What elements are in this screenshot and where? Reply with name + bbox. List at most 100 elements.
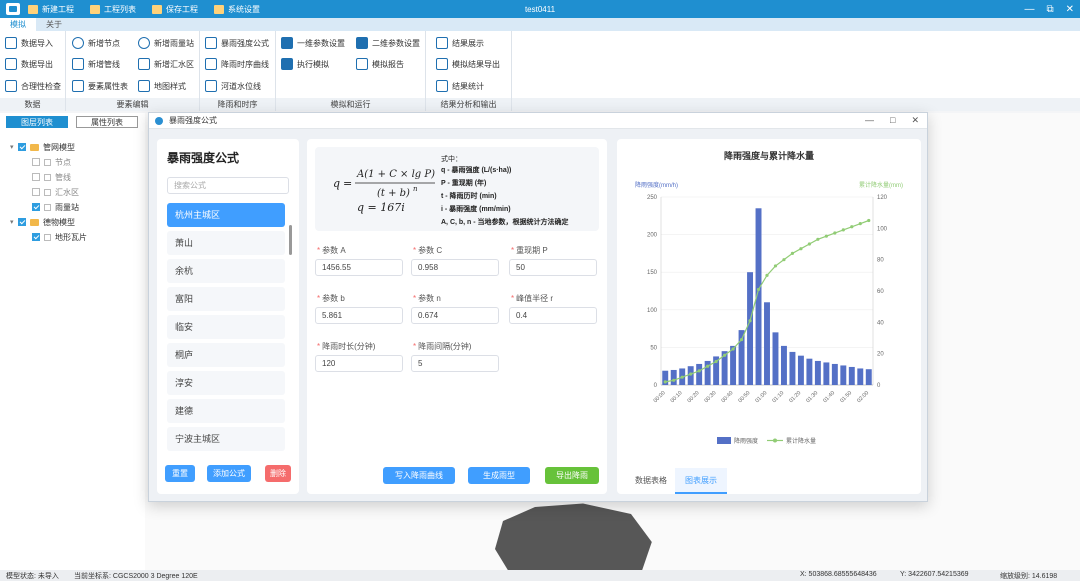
formula-list-item[interactable]: 宁波主城区 [167,427,285,451]
formula-search-input[interactable]: 搜索公式 [167,177,289,194]
param-input[interactable]: 0.958 [411,259,499,276]
rain-station-icon [138,37,150,49]
formula-list-item[interactable]: 杭州主城区 [167,203,285,227]
param-input[interactable]: 0.4 [509,307,597,324]
layer-checkbox[interactable] [32,188,40,196]
point-cumulative-rain [790,251,795,255]
export-rain-button[interactable]: 导出降雨 [545,467,599,484]
formula-list-item[interactable]: 建德 [167,399,285,423]
x-tick-label: 01:40 [822,390,836,404]
layer-checkbox[interactable] [32,233,40,241]
sim-report-button[interactable]: 模拟报告 [356,57,404,71]
dialog-maximize-icon[interactable]: □ [890,115,895,126]
layer-tree-item[interactable]: ▾ 管网模型 [10,141,75,153]
formula-list-item[interactable]: 桐庐 [167,343,285,367]
bar-rain-intensity [780,345,787,385]
map-style-button[interactable]: 地图样式 [138,79,186,93]
param-input[interactable]: 50 [509,259,597,276]
point-cumulative-rain [697,369,701,373]
new-project-button[interactable]: 新建工程 [28,4,74,15]
formula-list-item[interactable]: 富阳 [167,287,285,311]
param-input[interactable]: 5.861 [315,307,403,324]
formula-result: q = 167i [357,201,405,214]
close-icon[interactable]: ✕ [1066,4,1074,15]
add-rain-station-button[interactable]: 新增雨量站 [138,36,194,50]
write-rain-curve-button[interactable]: 写入降雨曲线 [383,467,455,484]
x-tick-label: 00:00 [653,390,667,404]
formula-list-item[interactable]: 淳安 [167,371,285,395]
settings-button[interactable]: 系统设置 [214,4,260,15]
required-marker: * [317,342,321,351]
layer-tree-item[interactable]: ▾ 德物模型 [10,216,75,228]
param-input[interactable]: 120 [315,355,403,372]
layer-tree-item[interactable]: 节点 [24,156,71,168]
tab-about[interactable]: 关于 [36,18,72,31]
param-input[interactable]: 1456.55 [315,259,403,276]
formula-equation: q = A(1 + C × lg P) (t + b) n q = 167i [333,169,435,214]
formula-legend-title: 式中： [441,156,462,163]
result-stats-button[interactable]: 结果统计 [436,79,484,93]
formula-list-item[interactable]: 萧山 [167,231,285,255]
param-input[interactable]: 0.674 [411,307,499,324]
layer-panel: 图层列表 属性列表 ▾ 管网模型节点管线汇水区雨量站 ▾ 德物模型地形瓦片 [0,113,145,570]
add-node-button[interactable]: 新增节点 [72,36,120,50]
layer-icon [44,173,51,181]
layer-tree-item[interactable]: 管线 [24,171,71,183]
generate-pattern-button[interactable]: 生成雨型 [468,467,530,484]
tab-data-table[interactable]: 数据表格 [625,468,677,494]
layer-tree-item[interactable]: 地形瓦片 [24,231,87,243]
layer-checkbox[interactable] [32,158,40,166]
data-import-button[interactable]: 数据导入 [5,36,53,50]
layer-tree-item[interactable]: 汇水区 [24,186,79,198]
reset-button[interactable]: 重置 [165,465,195,482]
minimize-icon[interactable]: — [1024,4,1034,15]
formula-list-item[interactable]: 余杭 [167,259,285,283]
param-label: * 参数 C [413,245,442,256]
layer-label: 汇水区 [55,187,79,197]
rain-series-button[interactable]: 降雨时序曲线 [205,57,269,71]
tab-layer-list[interactable]: 图层列表 [6,116,68,128]
formula-list-scrollbar[interactable] [289,225,292,255]
param-2d-button[interactable]: 二维参数设置 [356,36,420,50]
point-cumulative-rain [833,231,837,235]
layer-checkbox[interactable] [32,203,40,211]
result-display-button[interactable]: 结果展示 [436,36,484,50]
param-1d-button[interactable]: 一维参数设置 [281,36,345,50]
add-formula-button[interactable]: 添加公式 [207,465,251,482]
tab-chart-view[interactable]: 图表展示 [675,468,727,494]
restore-icon[interactable]: ⧉ [1046,4,1053,15]
expand-arrow-icon[interactable]: ▾ [10,218,18,226]
project-list-button[interactable]: 工程列表 [90,4,136,15]
data-export-button[interactable]: 数据导出 [5,57,53,71]
dialog-minimize-icon[interactable]: — [865,115,874,126]
attribute-table-button[interactable]: 要素属性表 [72,79,128,93]
tab-simulate[interactable]: 模拟 [0,18,36,31]
layer-label: 地形瓦片 [55,232,87,242]
layer-checkbox[interactable] [32,173,40,181]
param-input[interactable]: 5 [411,355,499,372]
expand-arrow-icon[interactable]: ▾ [10,143,18,151]
layer-checkbox[interactable] [18,143,26,151]
river-level-button[interactable]: 河道水位线 [205,79,261,93]
layer-label: 雨量站 [55,202,79,212]
run-simulation-button[interactable]: 执行模拟 [281,57,329,71]
tab-attribute-list[interactable]: 属性列表 [76,116,138,128]
delete-button[interactable]: 删除 [265,465,291,482]
layer-tree-item[interactable]: 雨量站 [24,201,79,213]
storm-formula-button[interactable]: 暴雨强度公式 [205,36,269,50]
dialog-close-icon[interactable]: ✕ [911,115,919,126]
point-cumulative-rain [807,242,811,246]
save-project-button[interactable]: 保存工程 [152,4,198,15]
param-label: * 降雨时长(分钟) [317,341,375,352]
formula-legend-line: P - 重现期 (年) [441,180,487,187]
table-icon [72,80,84,92]
validity-check-button[interactable]: 合理性检查 [5,79,61,93]
layer-checkbox[interactable] [18,218,26,226]
add-catchment-button[interactable]: 新增汇水区 [138,57,194,71]
add-pipe-button[interactable]: 新增管线 [72,57,120,71]
ribbon-group-data: 数据导入 数据导出 合理性检查 数据 [0,31,66,111]
folder-icon [30,143,39,151]
result-export-button[interactable]: 模拟结果导出 [436,57,500,71]
formula-list-item[interactable]: 临安 [167,315,285,339]
y-axis-left-label: 降雨强度(mm/h) [635,181,678,189]
